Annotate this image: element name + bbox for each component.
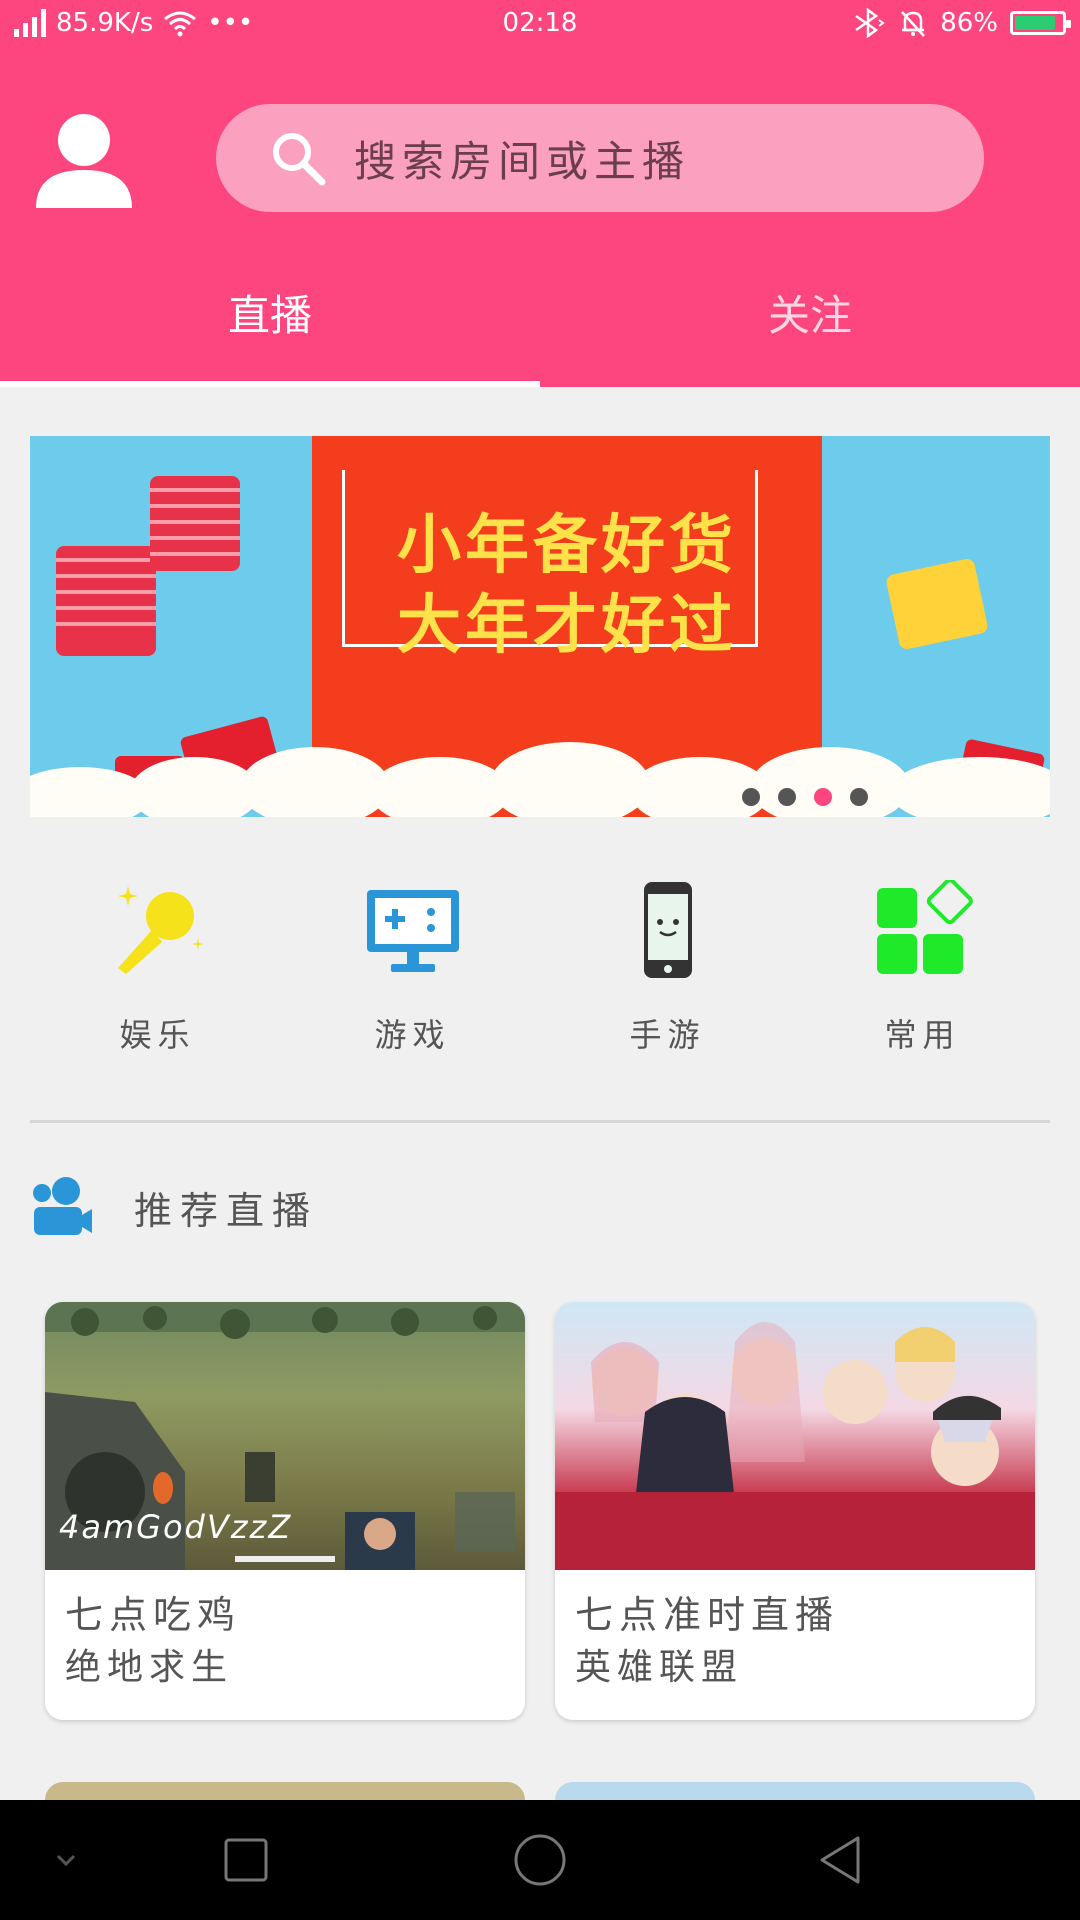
live-stream-icon bbox=[33, 1177, 92, 1235]
recommend-header: 推荐直播 bbox=[30, 1172, 318, 1242]
category-label: 手游 bbox=[629, 1016, 706, 1054]
stream-category: 英雄联盟 bbox=[575, 1647, 744, 1688]
search-icon bbox=[273, 133, 326, 186]
back-button-icon[interactable] bbox=[810, 1830, 870, 1890]
category-label: 常用 bbox=[884, 1016, 961, 1054]
stream-thumbnail bbox=[555, 1302, 1035, 1570]
microphone-icon bbox=[117, 886, 204, 974]
tab-indicator bbox=[0, 381, 540, 387]
app-header: 85.9K/s ••• 02:18 86% 搜索房间或主播 直播 关注 bbox=[0, 0, 1080, 387]
search-input[interactable]: 搜索房间或主播 bbox=[216, 104, 984, 212]
tab-live[interactable]: 直播 bbox=[0, 282, 540, 352]
category-mobile-games[interactable]: 手游 bbox=[540, 880, 795, 1080]
stream-title: 七点准时直播 bbox=[575, 1593, 840, 1637]
home-button-icon[interactable] bbox=[510, 1830, 570, 1890]
tab-follow[interactable]: 关注 bbox=[540, 282, 1080, 352]
grid-icon bbox=[876, 880, 973, 974]
category-label: 游戏 bbox=[374, 1016, 451, 1054]
stream-card[interactable]: 4amGodVzzZ 七点吃鸡 绝地求生 bbox=[45, 1302, 525, 1720]
stream-thumbnail: 4amGodVzzZ bbox=[45, 1302, 525, 1570]
stream-category: 绝地求生 bbox=[65, 1647, 234, 1688]
banner-pager bbox=[742, 788, 868, 806]
status-bar: 85.9K/s ••• 02:18 86% bbox=[0, 0, 1080, 54]
phone-icon bbox=[643, 882, 692, 978]
category-row: 娱乐 游戏 手游 常用 bbox=[30, 880, 1050, 1080]
silent-bell-icon bbox=[901, 11, 926, 37]
promo-banner[interactable]: 小年备好货 大年才好过 bbox=[30, 436, 1050, 817]
recommend-title: 推荐直播 bbox=[134, 1188, 319, 1233]
battery-percent: 86% bbox=[940, 8, 998, 38]
pager-dot[interactable] bbox=[778, 788, 796, 806]
banner-line-2: 大年才好过 bbox=[397, 589, 737, 663]
category-games[interactable]: 游戏 bbox=[285, 880, 540, 1080]
bluetooth-icon bbox=[855, 8, 885, 38]
pager-dot[interactable] bbox=[742, 788, 760, 806]
banner-headline: 小年备好货 大年才好过 bbox=[312, 506, 822, 666]
system-nav-bar bbox=[0, 1800, 1080, 1920]
user-avatar-icon[interactable] bbox=[34, 110, 134, 210]
category-common[interactable]: 常用 bbox=[795, 880, 1050, 1080]
pager-dot-active[interactable] bbox=[814, 788, 832, 806]
section-divider bbox=[30, 1120, 1050, 1123]
hide-nav-icon[interactable] bbox=[36, 1830, 96, 1890]
category-entertainment[interactable]: 娱乐 bbox=[30, 880, 285, 1080]
stream-card[interactable]: 七点准时直播 英雄联盟 bbox=[555, 1302, 1035, 1720]
pager-dot[interactable] bbox=[850, 788, 868, 806]
category-label: 娱乐 bbox=[119, 1016, 196, 1054]
streamer-overlay: 4amGodVzzZ bbox=[59, 1508, 293, 1546]
lantern-decoration bbox=[56, 546, 156, 656]
game-monitor-icon bbox=[366, 890, 459, 972]
lantern-decoration bbox=[150, 476, 240, 571]
search-placeholder: 搜索房间或主播 bbox=[354, 136, 691, 186]
banner-line-1: 小年备好货 bbox=[397, 509, 737, 583]
battery-icon bbox=[1010, 11, 1071, 35]
cloud-decoration bbox=[30, 742, 1050, 817]
coin-tag-decoration bbox=[885, 557, 989, 651]
stream-title: 七点吃鸡 bbox=[65, 1593, 242, 1637]
recents-button-icon[interactable] bbox=[216, 1830, 276, 1890]
